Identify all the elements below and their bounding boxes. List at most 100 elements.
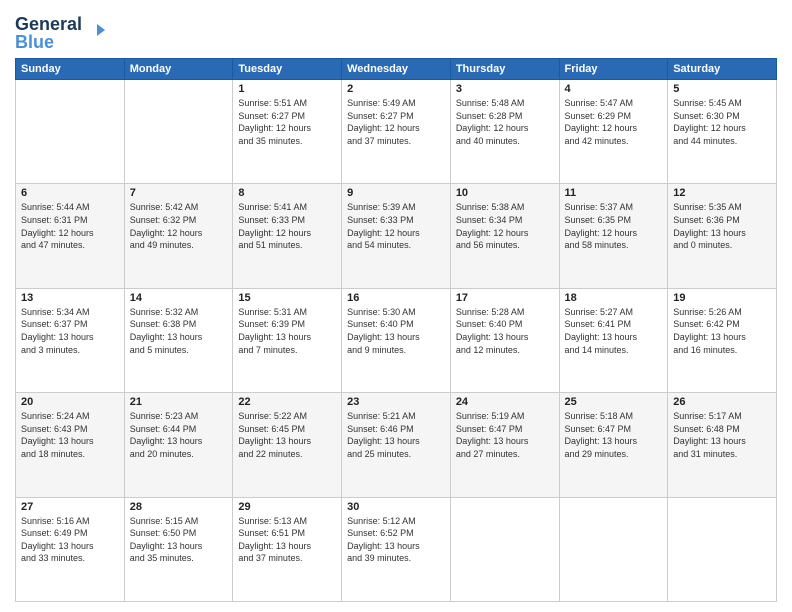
day-number: 29 — [238, 501, 336, 513]
calendar-cell: 25 Sunrise: 5:18 AM Sunset: 6:47 PM Dayli… — [559, 393, 668, 497]
calendar-cell: 12 Sunrise: 5:35 AM Sunset: 6:36 PM Dayli… — [668, 184, 777, 288]
day-number: 4 — [565, 83, 663, 95]
day-info: Sunrise: 5:38 AM Sunset: 6:34 PM Dayligh… — [456, 201, 554, 251]
calendar-cell: 19Sunrise: 5:26 AM Sunset: 6:42 PM Dayli… — [668, 288, 777, 392]
week-row-4: 20 Sunrise: 5:24 AM Sunset: 6:43 PM Dayli… — [16, 393, 777, 497]
calendar-cell: 15 Sunrise: 5:31 AM Sunset: 6:39 PM Dayli… — [233, 288, 342, 392]
day-number: 17 — [456, 292, 554, 304]
day-info: Sunrise: 5:13 AM Sunset: 6:51 PM Dayligh… — [238, 515, 336, 565]
day-number: 2 — [347, 83, 445, 95]
day-info: Sunrise: 5:39 AM Sunset: 6:33 PM Dayligh… — [347, 201, 445, 251]
calendar-cell: 29 Sunrise: 5:13 AM Sunset: 6:51 PM Dayli… — [233, 497, 342, 601]
day-info: Sunrise: 5:16 AM Sunset: 6:49 PM Dayligh… — [21, 515, 119, 565]
day-info: Sunrise: 5:47 AM Sunset: 6:29 PM Dayligh… — [565, 97, 663, 147]
day-number: 7 — [130, 187, 228, 199]
calendar-cell: 21Sunrise: 5:23 AM Sunset: 6:44 PM Dayli… — [124, 393, 233, 497]
calendar-cell — [16, 80, 125, 184]
day-info: Sunrise: 5:18 AM Sunset: 6:47 PM Dayligh… — [565, 410, 663, 460]
calendar-cell: 18 Sunrise: 5:27 AM Sunset: 6:41 PM Dayli… — [559, 288, 668, 392]
calendar-cell — [559, 497, 668, 601]
week-row-3: 13Sunrise: 5:34 AM Sunset: 6:37 PM Dayli… — [16, 288, 777, 392]
day-info: Sunrise: 5:31 AM Sunset: 6:39 PM Dayligh… — [238, 306, 336, 356]
calendar-cell: 7Sunrise: 5:42 AM Sunset: 6:32 PM Daylig… — [124, 184, 233, 288]
calendar-cell: 6Sunrise: 5:44 AM Sunset: 6:31 PM Daylig… — [16, 184, 125, 288]
day-info: Sunrise: 5:41 AM Sunset: 6:33 PM Dayligh… — [238, 201, 336, 251]
weekday-header-tuesday: Tuesday — [233, 59, 342, 80]
day-info: Sunrise: 5:35 AM Sunset: 6:36 PM Dayligh… — [673, 201, 771, 251]
day-info: Sunrise: 5:22 AM Sunset: 6:45 PM Dayligh… — [238, 410, 336, 460]
week-row-2: 6Sunrise: 5:44 AM Sunset: 6:31 PM Daylig… — [16, 184, 777, 288]
calendar-cell: 26 Sunrise: 5:17 AM Sunset: 6:48 PM Dayli… — [668, 393, 777, 497]
weekday-header-friday: Friday — [559, 59, 668, 80]
calendar-cell: 20 Sunrise: 5:24 AM Sunset: 6:43 PM Dayli… — [16, 393, 125, 497]
day-info: Sunrise: 5:30 AM Sunset: 6:40 PM Dayligh… — [347, 306, 445, 356]
calendar-cell: 10 Sunrise: 5:38 AM Sunset: 6:34 PM Dayli… — [450, 184, 559, 288]
day-number: 22 — [238, 396, 336, 408]
day-info: Sunrise: 5:17 AM Sunset: 6:48 PM Dayligh… — [673, 410, 771, 460]
calendar-table: SundayMondayTuesdayWednesdayThursdayFrid… — [15, 58, 777, 602]
day-info: Sunrise: 5:28 AM Sunset: 6:40 PM Dayligh… — [456, 306, 554, 356]
calendar-cell: 2Sunrise: 5:49 AM Sunset: 6:27 PM Daylig… — [342, 80, 451, 184]
day-info: Sunrise: 5:45 AM Sunset: 6:30 PM Dayligh… — [673, 97, 771, 147]
day-number: 18 — [565, 292, 663, 304]
svg-text:Blue: Blue — [15, 32, 54, 50]
day-number: 1 — [238, 83, 336, 95]
day-number: 26 — [673, 396, 771, 408]
calendar-cell: 1 Sunrise: 5:51 AM Sunset: 6:27 PM Daylig… — [233, 80, 342, 184]
weekday-header-wednesday: Wednesday — [342, 59, 451, 80]
week-row-1: 1 Sunrise: 5:51 AM Sunset: 6:27 PM Daylig… — [16, 80, 777, 184]
day-number: 9 — [347, 187, 445, 199]
weekday-header-saturday: Saturday — [668, 59, 777, 80]
calendar-cell — [450, 497, 559, 601]
calendar-cell — [124, 80, 233, 184]
calendar-cell: 22 Sunrise: 5:22 AM Sunset: 6:45 PM Dayli… — [233, 393, 342, 497]
calendar-cell: 9 Sunrise: 5:39 AM Sunset: 6:33 PM Daylig… — [342, 184, 451, 288]
day-info: Sunrise: 5:24 AM Sunset: 6:43 PM Dayligh… — [21, 410, 119, 460]
header: General Blue — [15, 10, 777, 50]
day-info: Sunrise: 5:27 AM Sunset: 6:41 PM Dayligh… — [565, 306, 663, 356]
calendar-cell — [668, 497, 777, 601]
day-number: 30 — [347, 501, 445, 513]
day-number: 24 — [456, 396, 554, 408]
day-info: Sunrise: 5:19 AM Sunset: 6:47 PM Dayligh… — [456, 410, 554, 460]
calendar-cell: 8 Sunrise: 5:41 AM Sunset: 6:33 PM Daylig… — [233, 184, 342, 288]
calendar-cell: 30 Sunrise: 5:12 AM Sunset: 6:52 PM Dayli… — [342, 497, 451, 601]
day-number: 28 — [130, 501, 228, 513]
week-row-5: 27 Sunrise: 5:16 AM Sunset: 6:49 PM Dayli… — [16, 497, 777, 601]
day-info: Sunrise: 5:23 AM Sunset: 6:44 PM Dayligh… — [130, 410, 228, 460]
day-info: Sunrise: 5:26 AM Sunset: 6:42 PM Dayligh… — [673, 306, 771, 356]
day-number: 20 — [21, 396, 119, 408]
day-number: 12 — [673, 187, 771, 199]
calendar-cell: 13Sunrise: 5:34 AM Sunset: 6:37 PM Dayli… — [16, 288, 125, 392]
calendar-cell: 23Sunrise: 5:21 AM Sunset: 6:46 PM Dayli… — [342, 393, 451, 497]
logo: General Blue — [15, 10, 105, 50]
day-number: 23 — [347, 396, 445, 408]
day-info: Sunrise: 5:51 AM Sunset: 6:27 PM Dayligh… — [238, 97, 336, 147]
day-number: 13 — [21, 292, 119, 304]
day-number: 25 — [565, 396, 663, 408]
day-info: Sunrise: 5:48 AM Sunset: 6:28 PM Dayligh… — [456, 97, 554, 147]
svg-text:General: General — [15, 14, 82, 34]
day-number: 3 — [456, 83, 554, 95]
day-number: 11 — [565, 187, 663, 199]
day-info: Sunrise: 5:12 AM Sunset: 6:52 PM Dayligh… — [347, 515, 445, 565]
calendar-cell: 14Sunrise: 5:32 AM Sunset: 6:38 PM Dayli… — [124, 288, 233, 392]
day-info: Sunrise: 5:37 AM Sunset: 6:35 PM Dayligh… — [565, 201, 663, 251]
weekday-header-monday: Monday — [124, 59, 233, 80]
calendar-cell: 3 Sunrise: 5:48 AM Sunset: 6:28 PM Daylig… — [450, 80, 559, 184]
page-container: General Blue SundayMondayTuesdayWednesda… — [0, 0, 792, 612]
calendar-cell: 17 Sunrise: 5:28 AM Sunset: 6:40 PM Dayli… — [450, 288, 559, 392]
day-number: 27 — [21, 501, 119, 513]
calendar-cell: 28Sunrise: 5:15 AM Sunset: 6:50 PM Dayli… — [124, 497, 233, 601]
weekday-header-sunday: Sunday — [16, 59, 125, 80]
calendar-cell: 27 Sunrise: 5:16 AM Sunset: 6:49 PM Dayli… — [16, 497, 125, 601]
weekday-header-row: SundayMondayTuesdayWednesdayThursdayFrid… — [16, 59, 777, 80]
day-number: 14 — [130, 292, 228, 304]
day-number: 8 — [238, 187, 336, 199]
logo-svg: General Blue — [15, 10, 105, 50]
calendar-cell: 24 Sunrise: 5:19 AM Sunset: 6:47 PM Dayli… — [450, 393, 559, 497]
day-number: 15 — [238, 292, 336, 304]
weekday-header-thursday: Thursday — [450, 59, 559, 80]
day-number: 10 — [456, 187, 554, 199]
calendar-cell: 4 Sunrise: 5:47 AM Sunset: 6:29 PM Daylig… — [559, 80, 668, 184]
